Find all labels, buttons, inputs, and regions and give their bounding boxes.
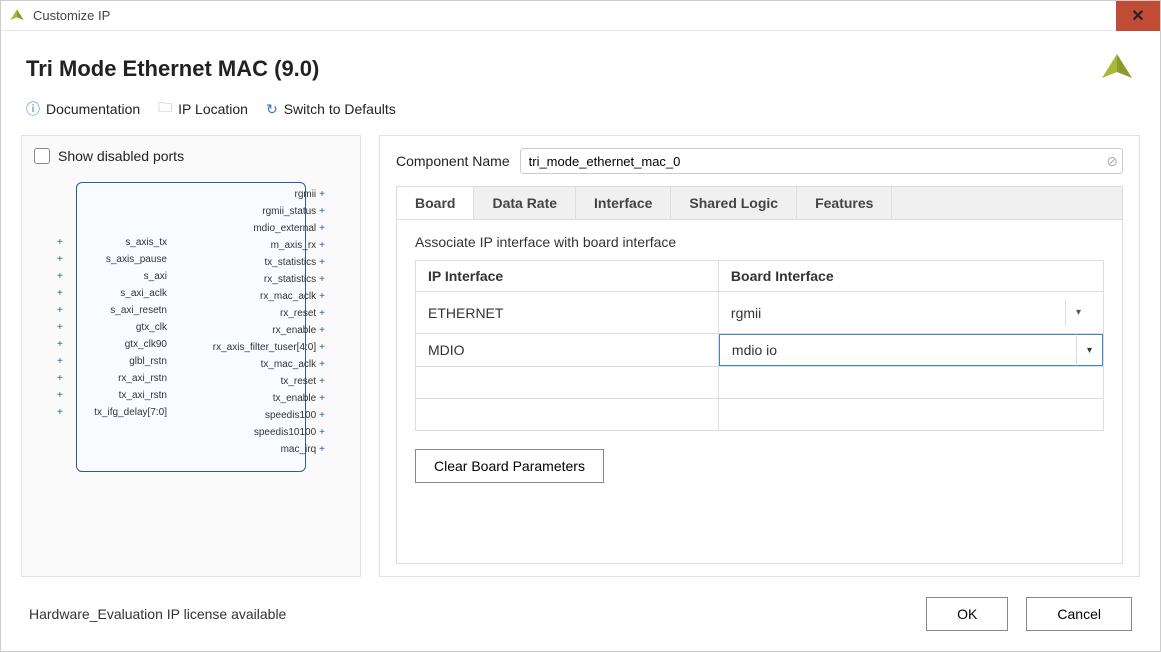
table-row-empty xyxy=(416,367,1104,399)
board-interface-dropdown[interactable]: rgmii ▾ xyxy=(719,292,1103,333)
port-right: rx_statistics+ xyxy=(176,274,325,285)
port-left: +s_axis_tx xyxy=(57,237,167,248)
port-right: m_axis_rx+ xyxy=(176,240,325,251)
tab-board[interactable]: Board xyxy=(397,187,474,219)
dropdown-value: mdio io xyxy=(732,342,777,358)
tab-data-rate[interactable]: Data Rate xyxy=(474,187,576,219)
actions-bar: ⓘ Documentation 🗀 IP Location ↻ Switch t… xyxy=(1,97,1160,135)
checkbox-box xyxy=(34,148,50,164)
clear-board-parameters-button[interactable]: Clear Board Parameters xyxy=(415,449,604,483)
board-interface-dropdown[interactable]: mdio io xyxy=(719,334,1103,366)
column-ip-interface: IP Interface xyxy=(416,261,719,292)
header: Tri Mode Ethernet MAC (9.0) xyxy=(1,31,1160,97)
tab-description: Associate IP interface with board interf… xyxy=(415,234,1104,250)
clear-input-icon[interactable]: ⊘ xyxy=(1106,153,1118,170)
block-diagram-panel: Show disabled ports rgmii+rgmii_status+m… xyxy=(21,135,361,577)
port-left: +s_axi xyxy=(57,271,167,282)
tab-shared-logic[interactable]: Shared Logic xyxy=(671,187,797,219)
ip-location-link[interactable]: 🗀 IP Location xyxy=(158,97,248,121)
switch-defaults-link[interactable]: ↻ Switch to Defaults xyxy=(266,101,396,118)
port-right: tx_statistics+ xyxy=(176,257,325,268)
cancel-button[interactable]: Cancel xyxy=(1026,597,1132,631)
documentation-link[interactable]: ⓘ Documentation xyxy=(26,99,140,119)
folder-icon: 🗀 xyxy=(158,97,172,121)
info-icon: ⓘ xyxy=(26,99,40,119)
dropdown-value: rgmii xyxy=(731,305,761,321)
table-row: ETHERNET rgmii ▾ xyxy=(416,292,1104,334)
port-left: +s_axi_aclk xyxy=(57,288,167,299)
table-row: MDIO mdio io ▾ xyxy=(416,334,1104,367)
port-left: +tx_ifg_delay[7:0] xyxy=(57,407,167,418)
table-row-empty xyxy=(416,399,1104,431)
port-left: +rx_axi_rstn xyxy=(57,373,167,384)
port-left: +tx_axi_rstn xyxy=(57,390,167,401)
port-right: rgmii_status+ xyxy=(176,206,325,217)
port-right: tx_enable+ xyxy=(176,393,325,404)
port-right: rgmii+ xyxy=(176,189,325,200)
port-right: speedis10100+ xyxy=(176,427,325,438)
ip-block-diagram: rgmii+rgmii_status+mdio_external+m_axis_… xyxy=(76,182,306,472)
port-right: tx_mac_aclk+ xyxy=(176,359,325,370)
chevron-down-icon: ▾ xyxy=(1087,345,1092,356)
port-right: rx_mac_aclk+ xyxy=(176,291,325,302)
footer: Hardware_Evaluation IP license available… xyxy=(1,577,1160,651)
component-name-label: Component Name xyxy=(396,153,510,169)
ip-interface-cell: ETHERNET xyxy=(416,292,719,334)
main-area: Show disabled ports rgmii+rgmii_status+m… xyxy=(1,135,1160,577)
port-right: rx_reset+ xyxy=(176,308,325,319)
board-interface-cell: rgmii ▾ xyxy=(718,292,1103,334)
port-left: +gtx_clk xyxy=(57,322,167,333)
ip-interface-cell: MDIO xyxy=(416,334,719,367)
port-left: +glbl_rstn xyxy=(57,356,167,367)
port-right: rx_enable+ xyxy=(176,325,325,336)
refresh-icon: ↻ xyxy=(266,101,278,118)
port-left: +s_axis_pause xyxy=(57,254,167,265)
tab-features[interactable]: Features xyxy=(797,187,892,219)
show-disabled-ports-checkbox[interactable]: Show disabled ports xyxy=(34,148,348,164)
documentation-label: Documentation xyxy=(46,101,140,117)
board-interface-cell: mdio io ▾ xyxy=(718,334,1103,367)
titlebar: Customize IP ✕ xyxy=(1,1,1160,31)
page-title: Tri Mode Ethernet MAC (9.0) xyxy=(26,56,319,82)
port-left: +s_axi_resetn xyxy=(57,305,167,316)
chevron-down-icon: ▾ xyxy=(1065,299,1091,326)
checkbox-label: Show disabled ports xyxy=(58,148,184,164)
tabs: BoardData RateInterfaceShared LogicFeatu… xyxy=(396,186,1123,219)
config-panel: Component Name ⊘ BoardData RateInterface… xyxy=(379,135,1140,577)
tab-content-board: Associate IP interface with board interf… xyxy=(396,219,1123,564)
app-icon xyxy=(9,8,25,24)
close-button[interactable]: ✕ xyxy=(1116,1,1160,31)
interface-table: IP Interface Board Interface ETHERNETrgm… xyxy=(415,260,1104,431)
column-board-interface: Board Interface xyxy=(718,261,1103,292)
tab-interface[interactable]: Interface xyxy=(576,187,671,219)
ip-location-label: IP Location xyxy=(178,101,248,117)
port-right: rx_axis_filter_tuser[4:0]+ xyxy=(176,342,325,353)
port-right: mdio_external+ xyxy=(176,223,325,234)
dropdown-caret-button[interactable]: ▾ xyxy=(1076,334,1103,366)
port-right: speedis100+ xyxy=(176,410,325,421)
component-name-input[interactable] xyxy=(529,149,1094,173)
customize-ip-window: Customize IP ✕ Tri Mode Ethernet MAC (9.… xyxy=(0,0,1161,652)
footer-buttons: OK Cancel xyxy=(926,597,1132,631)
component-name-input-wrap: ⊘ xyxy=(520,148,1123,174)
ok-button[interactable]: OK xyxy=(926,597,1008,631)
vendor-logo xyxy=(1099,51,1135,87)
switch-defaults-label: Switch to Defaults xyxy=(284,101,396,117)
port-right: mac_irq+ xyxy=(176,444,325,455)
port-right: tx_reset+ xyxy=(176,376,325,387)
component-name-row: Component Name ⊘ xyxy=(396,148,1123,174)
license-status: Hardware_Evaluation IP license available xyxy=(29,606,286,622)
window-title: Customize IP xyxy=(33,8,1116,23)
port-left: +gtx_clk90 xyxy=(57,339,167,350)
